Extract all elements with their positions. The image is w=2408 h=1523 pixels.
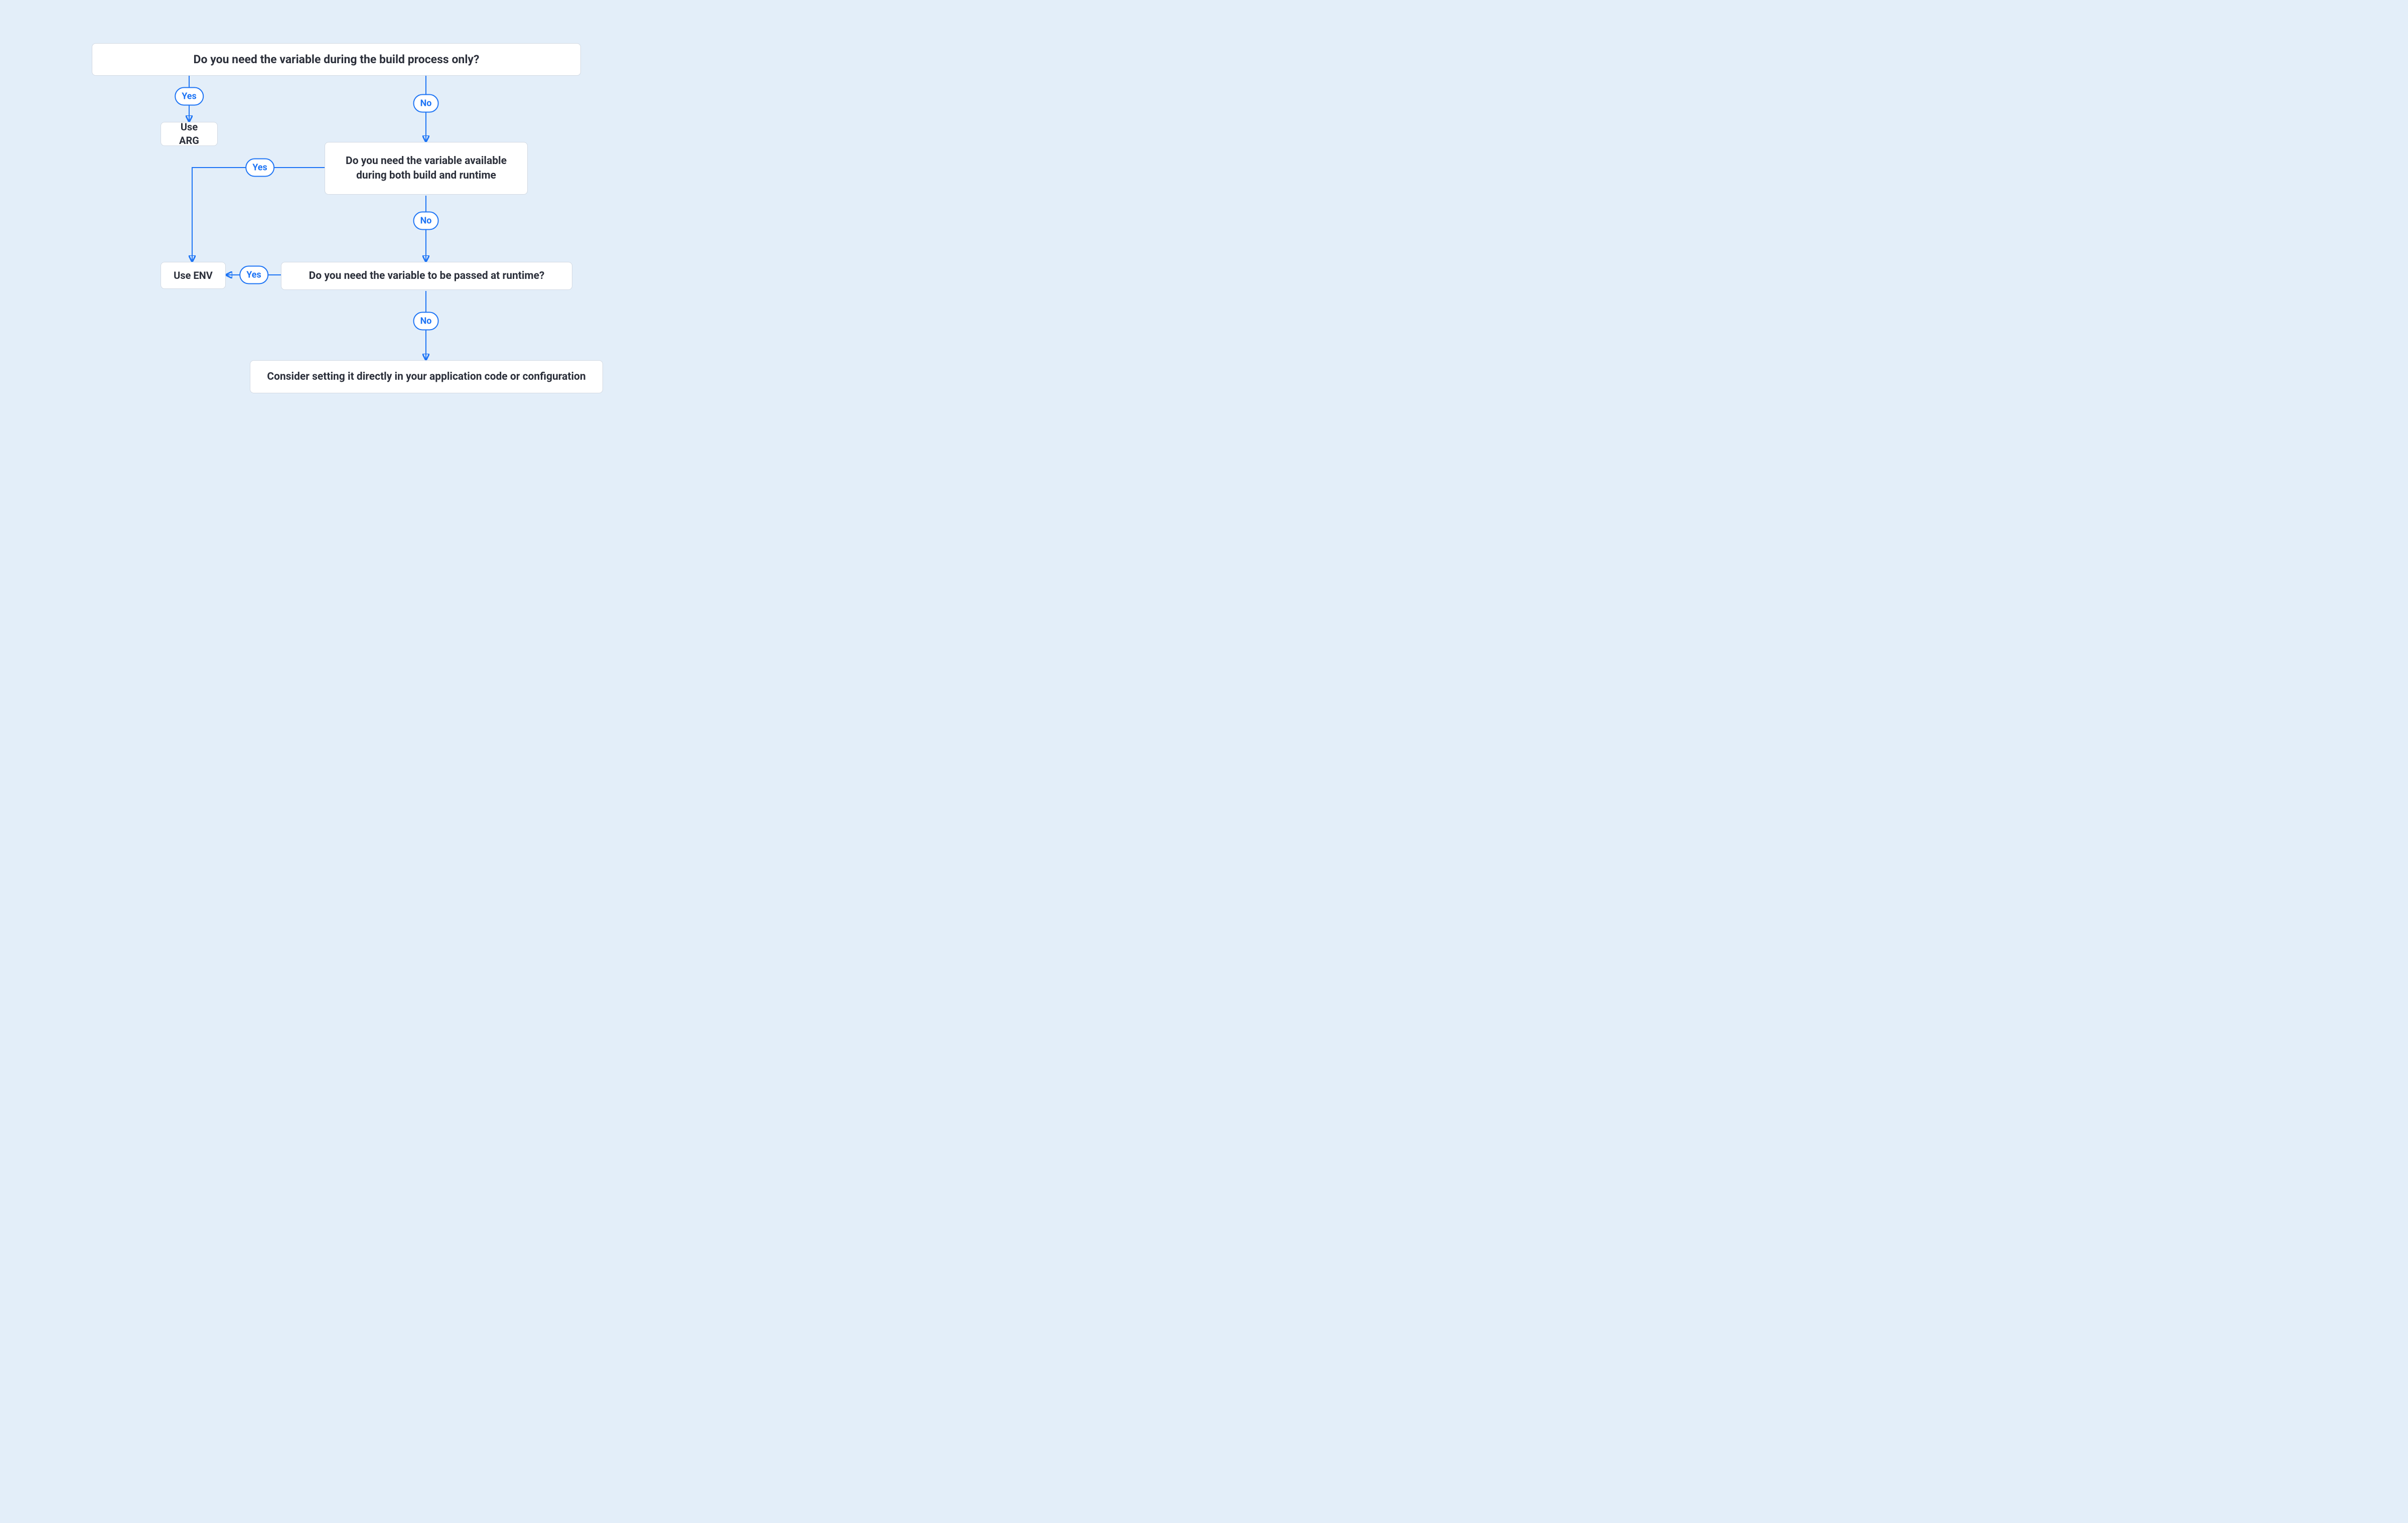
edge-label-yes: Yes: [239, 266, 268, 284]
answer-use-arg: Use ARG: [161, 122, 218, 146]
edge-label-no: No: [413, 212, 439, 230]
edge-label-no: No: [413, 94, 439, 113]
answer-set-in-code: Consider setting it directly in your app…: [250, 360, 603, 393]
question-build-and-runtime: Do you need the variable available durin…: [325, 142, 528, 195]
edge-label-yes: Yes: [245, 159, 274, 177]
edge-label-yes: Yes: [175, 87, 204, 106]
answer-use-env: Use ENV: [161, 262, 226, 289]
edge-label-no: No: [413, 312, 439, 331]
question-runtime-passed: Do you need the variable to be passed at…: [281, 262, 572, 290]
question-build-only: Do you need the variable during the buil…: [92, 43, 581, 76]
